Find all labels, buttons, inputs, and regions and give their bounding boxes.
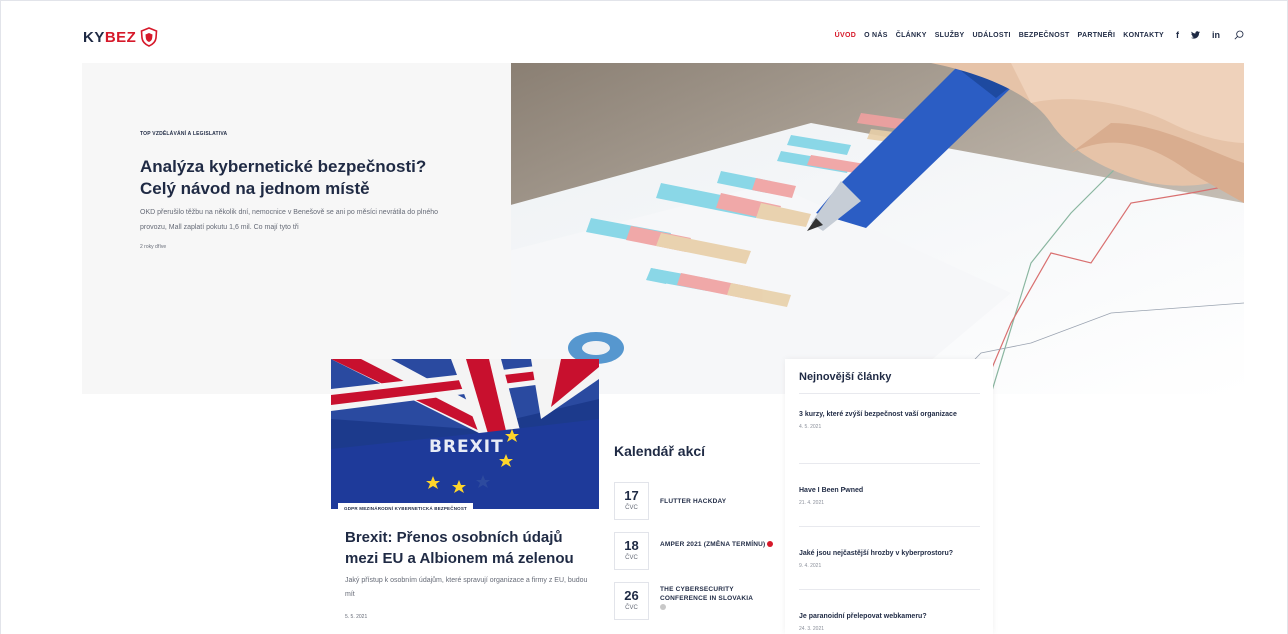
event-name: AMPER 2021 (ZMĚNA TERMÍNU) — [660, 541, 766, 548]
calendar-title: Kalendář akcí — [614, 443, 706, 459]
event-month: ČVC — [625, 505, 638, 511]
latest-article-title[interactable]: Jaké jsou nejčastější hrozby v kyberpros… — [799, 548, 980, 559]
nav-item-clanky[interactable]: ČLÁNKY — [896, 32, 927, 39]
divider — [799, 526, 980, 527]
hero-title[interactable]: Analýza kybernetické bezpečnosti? Celý n… — [140, 156, 460, 200]
hero-category[interactable]: TOP VZDĚLÁVÁNÍ A LEGISLATIVA — [140, 131, 227, 137]
nav-item-udalosti[interactable]: UDÁLOSTI — [973, 32, 1011, 39]
event-name-wrap[interactable]: THE CYBERSECURITY CONFERENCE IN SLOVAKIA — [660, 585, 775, 612]
card-title[interactable]: Brexit: Přenos osobních údajů mezi EU a … — [345, 527, 590, 569]
main-nav: ÚVOD O NÁS ČLÁNKY SLUŽBY UDÁLOSTI BEZPEČ… — [835, 30, 1244, 40]
card-image[interactable]: BREXIT — [331, 359, 599, 509]
divider — [799, 463, 980, 464]
latest-articles-title: Nejnovější články — [799, 371, 892, 383]
nav-item-bezpecnost[interactable]: BEZPEČNOST — [1019, 32, 1070, 39]
site-logo[interactable]: KYBEZ — [83, 27, 158, 47]
event-day: 26 — [624, 588, 639, 603]
latest-articles-widget: Nejnovější články 3 kurzy, které zvýší b… — [785, 359, 993, 634]
nav-item-o-nas[interactable]: O NÁS — [864, 32, 888, 39]
facebook-icon[interactable]: f — [1176, 30, 1179, 40]
hero-excerpt: OKD přerušilo těžbu na několik dní, nemo… — [140, 209, 439, 231]
calendar-event[interactable]: 17 ČVC FLUTTER HACKDAY — [614, 482, 774, 522]
brexit-text: BREXIT — [429, 437, 504, 457]
linkedin-icon[interactable]: in — [1212, 30, 1220, 40]
latest-article-date: 24. 3. 2021 — [799, 626, 825, 632]
twitter-icon[interactable] — [1191, 31, 1200, 39]
shield-icon — [141, 27, 158, 47]
hero-panel: TOP VZDĚLÁVÁNÍ A LEGISLATIVA Analýza kyb… — [82, 63, 512, 394]
calendar-event[interactable]: 26 ČVC THE CYBERSECURITY CONFERENCE IN S… — [614, 582, 774, 622]
event-name-wrap[interactable]: AMPER 2021 (ZMĚNA TERMÍNU) — [660, 540, 775, 549]
latest-article-date: 4. 5. 2021 — [799, 424, 822, 430]
latest-article-item[interactable]: Je paranoidní přelepovat webkameru? 24. … — [799, 611, 980, 632]
status-dot — [767, 541, 774, 548]
event-date-box: 17 ČVC — [614, 482, 649, 520]
nav-item-kontakty[interactable]: KONTAKTY — [1123, 32, 1164, 39]
latest-article-title[interactable]: Je paranoidní přelepovat webkameru? — [799, 611, 980, 622]
event-day: 17 — [624, 488, 639, 503]
latest-article-item[interactable]: Have I Been Pwned 21. 4. 2021 — [799, 485, 980, 506]
latest-article-title[interactable]: 3 kurzy, které zvýší bezpečnost vaší org… — [799, 409, 980, 420]
logo-text: KYBEZ — [83, 28, 137, 46]
brexit-flag-image: BREXIT — [331, 359, 599, 509]
article-card-brexit[interactable]: BREXIT GDPR MEZINÁRODNÍ KYBERNETICKÁ BEZ… — [331, 359, 599, 634]
event-date-box: 18 ČVC — [614, 532, 649, 570]
card-category[interactable]: GDPR MEZINÁRODNÍ KYBERNETICKÁ BEZPEČNOST — [338, 503, 474, 514]
hero-image[interactable] — [511, 63, 1244, 394]
nav-item-partneri[interactable]: PARTNEŘI — [1078, 32, 1116, 39]
card-excerpt: Jaký přístup k osobním údajům, které spr… — [345, 577, 588, 598]
divider — [799, 589, 980, 590]
nav-item-sluzby[interactable]: SLUŽBY — [935, 32, 965, 39]
event-month: ČVC — [625, 555, 638, 561]
latest-article-title[interactable]: Have I Been Pwned — [799, 485, 980, 496]
card-date: 5. 5. 2021 — [345, 614, 368, 620]
latest-article-date: 21. 4. 2021 — [799, 500, 825, 506]
event-month: ČVC — [625, 605, 638, 611]
divider — [799, 393, 980, 394]
latest-article-item[interactable]: 3 kurzy, které zvýší bezpečnost vaší org… — [799, 409, 980, 430]
event-name: THE CYBERSECURITY CONFERENCE IN SLOVAKIA — [660, 586, 754, 602]
calendar-event[interactable]: 18 ČVC AMPER 2021 (ZMĚNA TERMÍNU) — [614, 532, 774, 572]
latest-article-item[interactable]: Jaké jsou nejčastější hrozby v kyberpros… — [799, 548, 980, 569]
status-dot — [660, 604, 666, 611]
event-name[interactable]: FLUTTER HACKDAY — [660, 497, 775, 506]
hero-photo — [511, 63, 1244, 394]
hero-time: 2 roky dříve — [140, 244, 167, 250]
event-day: 18 — [624, 538, 639, 553]
search-icon[interactable] — [1234, 30, 1244, 40]
latest-article-date: 9. 4. 2021 — [799, 563, 822, 569]
nav-item-uvod[interactable]: ÚVOD — [835, 32, 856, 39]
event-date-box: 26 ČVC — [614, 582, 649, 620]
